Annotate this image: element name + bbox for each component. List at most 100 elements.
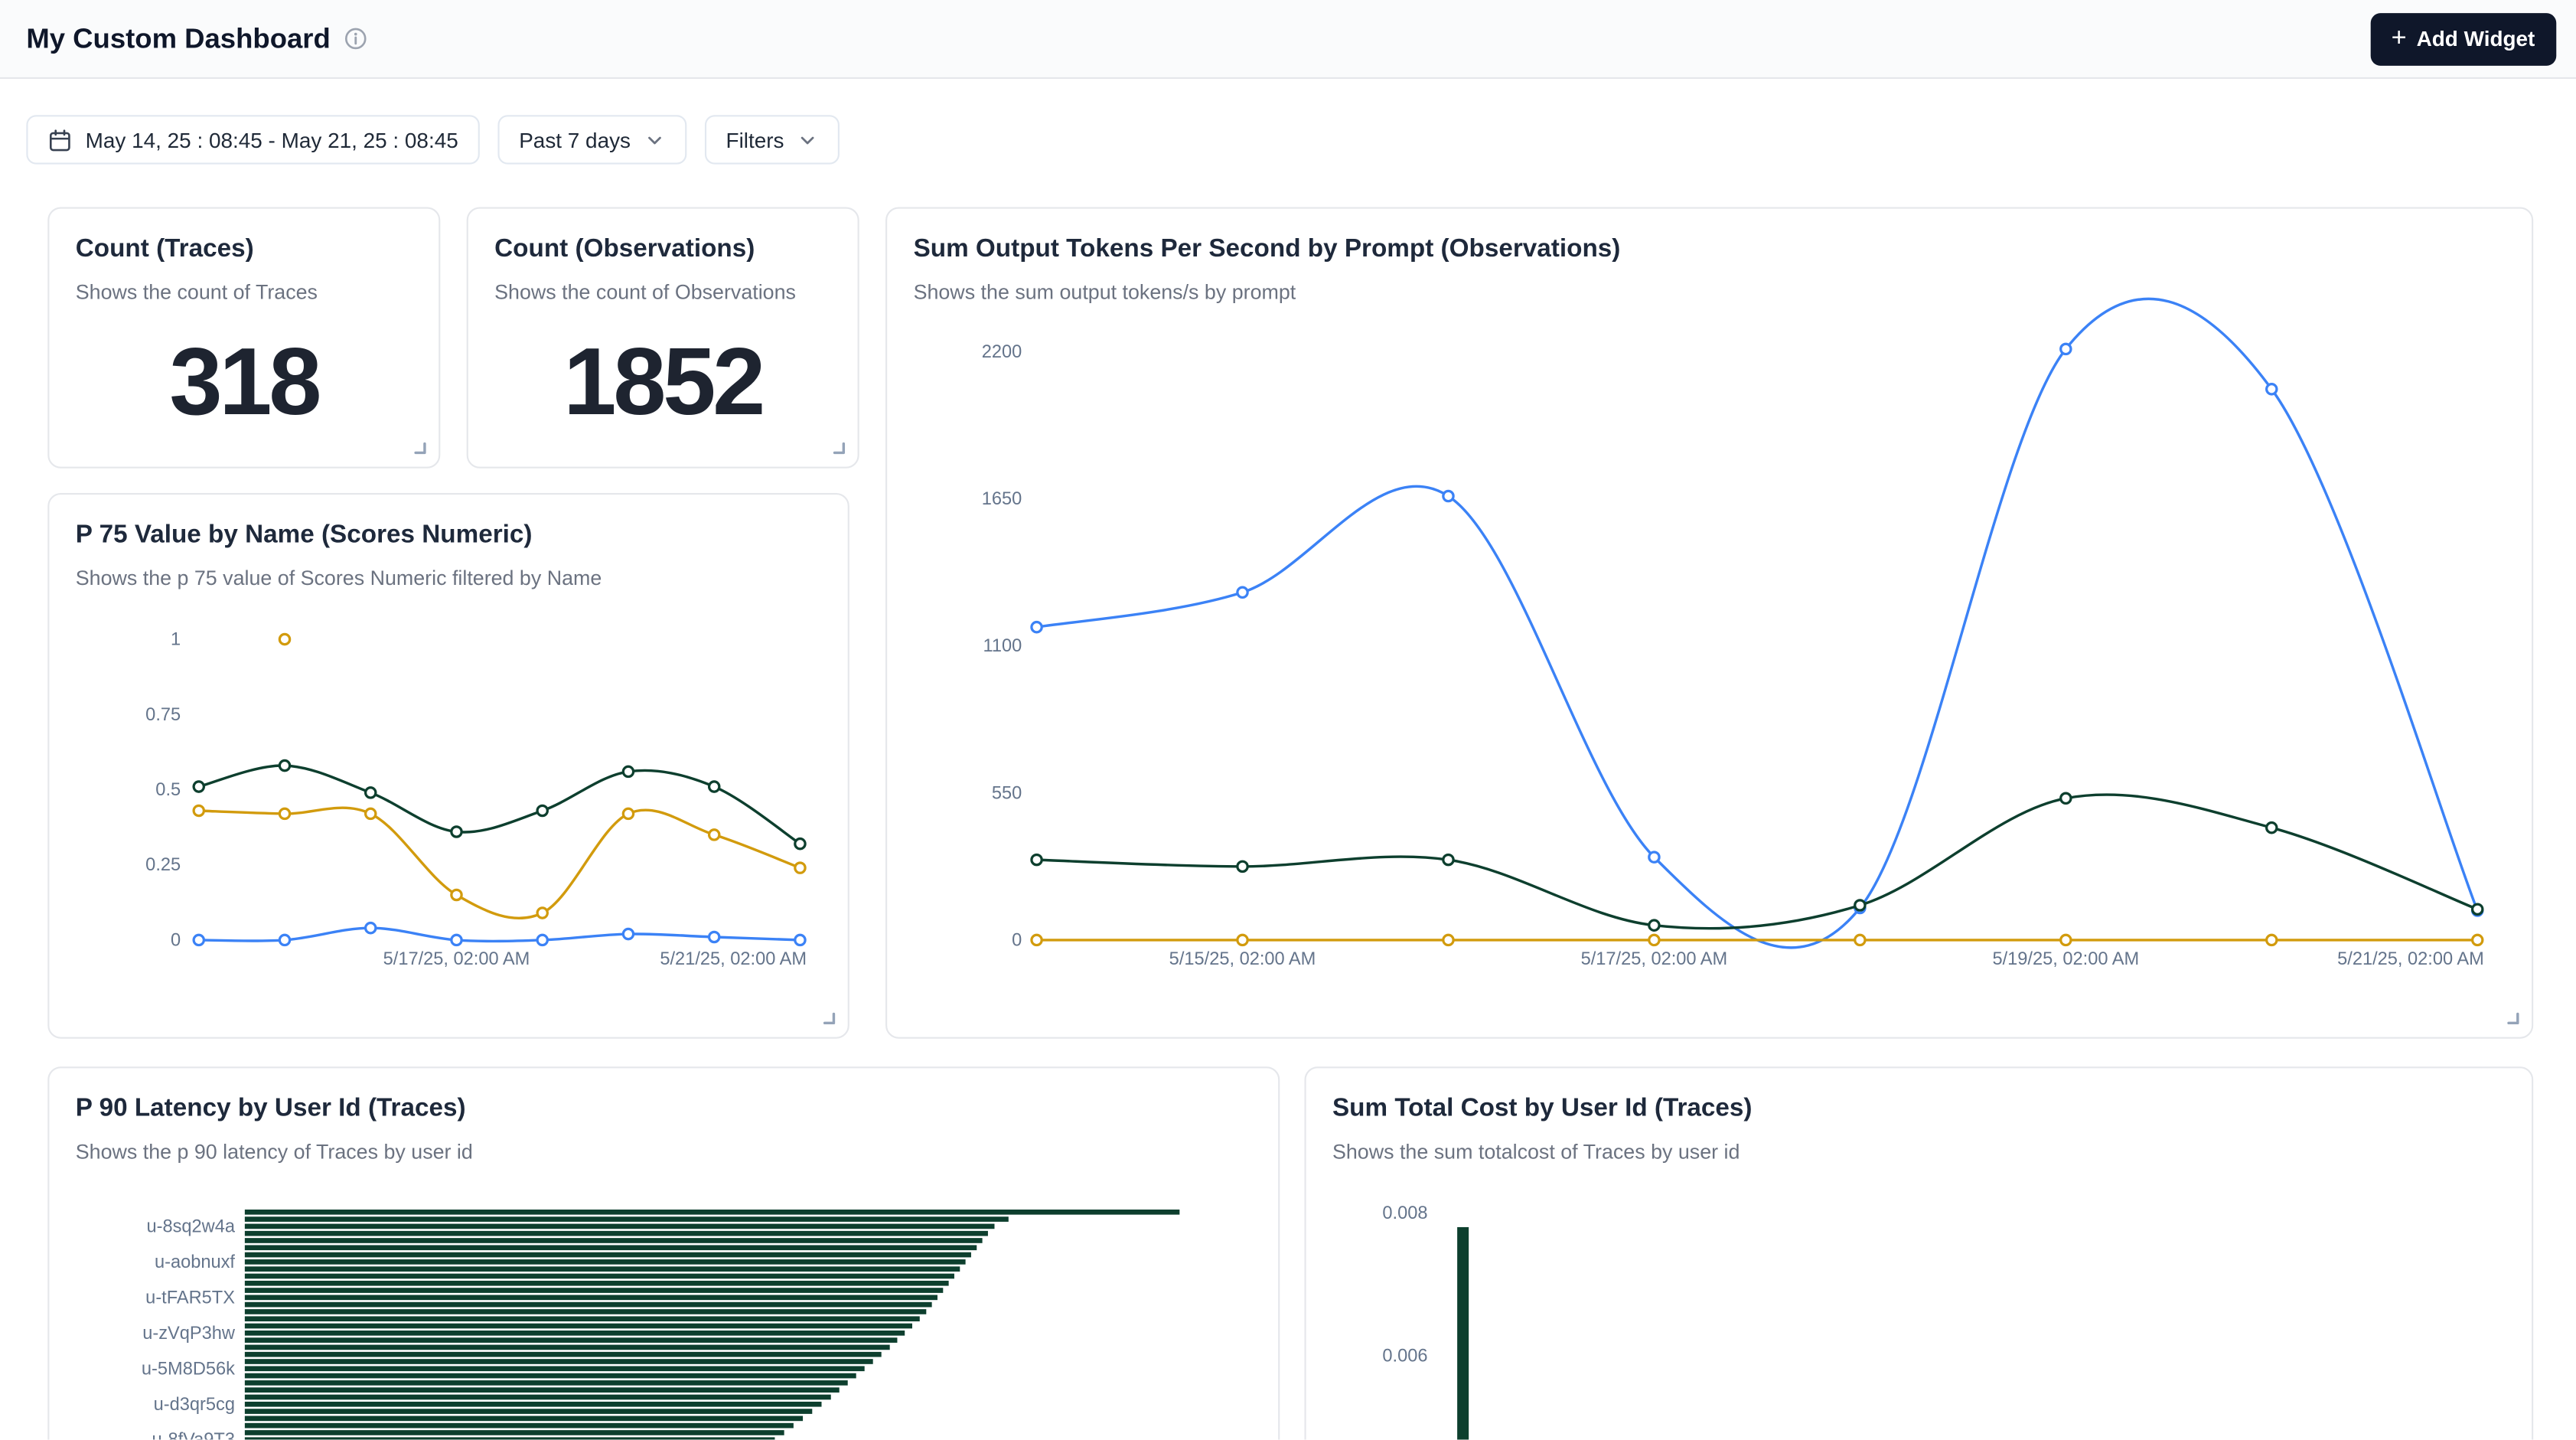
- data-point[interactable]: [279, 634, 289, 644]
- filters-dropdown[interactable]: Filters: [705, 115, 840, 164]
- data-point[interactable]: [194, 935, 204, 945]
- bar[interactable]: [245, 1295, 937, 1301]
- data-point[interactable]: [194, 782, 204, 792]
- bar[interactable]: [245, 1337, 898, 1343]
- bar[interactable]: [245, 1380, 848, 1386]
- data-point[interactable]: [452, 935, 461, 945]
- data-point[interactable]: [279, 808, 289, 818]
- bar[interactable]: [245, 1409, 812, 1414]
- axis-label: 1100: [983, 636, 1022, 656]
- bar[interactable]: [245, 1416, 803, 1422]
- data-point[interactable]: [1032, 854, 1042, 864]
- bar[interactable]: [245, 1238, 983, 1243]
- data-point[interactable]: [1649, 935, 1659, 945]
- data-point[interactable]: [709, 830, 719, 840]
- data-point[interactable]: [279, 760, 289, 770]
- resize-handle-icon[interactable]: [411, 439, 427, 455]
- bar[interactable]: [245, 1231, 988, 1236]
- bar[interactable]: [245, 1359, 873, 1364]
- data-point[interactable]: [1032, 935, 1042, 945]
- cost-bar-chart[interactable]: 0.0060.008: [1306, 1068, 2532, 1439]
- date-preset-dropdown[interactable]: Past 7 days: [497, 115, 686, 164]
- data-point[interactable]: [366, 923, 376, 933]
- data-point[interactable]: [2473, 935, 2483, 945]
- axis-label: 0: [171, 930, 181, 950]
- data-point[interactable]: [1237, 587, 1247, 597]
- bar[interactable]: [245, 1302, 932, 1308]
- bar[interactable]: [245, 1430, 784, 1435]
- bar[interactable]: [245, 1402, 822, 1407]
- data-point[interactable]: [452, 827, 461, 837]
- data-point[interactable]: [537, 935, 547, 945]
- filter-bar: May 14, 25 : 08:45 - May 21, 25 : 08:45 …: [26, 115, 840, 164]
- add-widget-button[interactable]: + Add Widget: [2370, 12, 2557, 65]
- bar[interactable]: [245, 1324, 912, 1329]
- tokens-line-chart[interactable]: 05501100165022005/15/25, 02:00 AM5/17/25…: [887, 209, 2532, 1037]
- bar[interactable]: [1457, 1227, 1469, 1440]
- widget-count-traces: Count (Traces) Shows the count of Traces…: [47, 207, 440, 468]
- bar[interactable]: [245, 1352, 882, 1357]
- data-point[interactable]: [623, 766, 633, 776]
- bar[interactable]: [245, 1210, 1179, 1215]
- data-point[interactable]: [709, 782, 719, 792]
- data-point[interactable]: [1237, 935, 1247, 945]
- data-point[interactable]: [623, 929, 633, 939]
- bar[interactable]: [245, 1274, 954, 1279]
- bar[interactable]: [245, 1373, 856, 1379]
- axis-label: 1650: [982, 489, 1022, 509]
- data-point[interactable]: [1443, 935, 1453, 945]
- bar[interactable]: [245, 1281, 949, 1286]
- data-point[interactable]: [537, 805, 547, 815]
- data-point[interactable]: [2061, 793, 2071, 803]
- data-point[interactable]: [795, 839, 805, 849]
- data-point[interactable]: [1649, 852, 1659, 862]
- data-point[interactable]: [623, 808, 633, 818]
- data-point[interactable]: [709, 932, 719, 942]
- bar[interactable]: [245, 1345, 890, 1350]
- data-point[interactable]: [2473, 904, 2483, 914]
- data-point[interactable]: [1855, 900, 1865, 910]
- bar[interactable]: [245, 1316, 920, 1321]
- bar[interactable]: [245, 1266, 960, 1272]
- bar[interactable]: [245, 1259, 966, 1265]
- bar[interactable]: [245, 1331, 905, 1336]
- data-point[interactable]: [795, 863, 805, 873]
- bar[interactable]: [245, 1395, 831, 1400]
- resize-handle-icon[interactable]: [830, 439, 846, 455]
- bar[interactable]: [245, 1252, 971, 1258]
- date-range-value: May 14, 25 : 08:45 - May 21, 25 : 08:45: [86, 127, 458, 152]
- data-point[interactable]: [795, 935, 805, 945]
- bar[interactable]: [245, 1423, 794, 1429]
- bar[interactable]: [245, 1437, 775, 1439]
- bar[interactable]: [245, 1245, 977, 1250]
- data-point[interactable]: [1649, 920, 1659, 930]
- data-point[interactable]: [2267, 823, 2277, 833]
- data-point[interactable]: [366, 788, 376, 798]
- data-point[interactable]: [279, 935, 289, 945]
- bar[interactable]: [245, 1288, 943, 1293]
- data-point[interactable]: [1855, 935, 1865, 945]
- data-point[interactable]: [452, 890, 461, 900]
- latency-bar-chart[interactable]: u-8sq2w4au-aobnuxfu-tFAR5TXu-zVqP3hwu-5M…: [49, 1068, 1278, 1439]
- info-icon[interactable]: [344, 26, 368, 51]
- data-point[interactable]: [366, 808, 376, 818]
- p75-line-chart[interactable]: 00.250.50.7515/17/25, 02:00 AM5/21/25, 0…: [49, 495, 847, 1037]
- data-point[interactable]: [1443, 854, 1453, 864]
- data-point[interactable]: [2061, 935, 2071, 945]
- bar[interactable]: [245, 1216, 1009, 1222]
- data-point[interactable]: [194, 805, 204, 815]
- data-point[interactable]: [537, 908, 547, 918]
- data-point[interactable]: [1237, 861, 1247, 871]
- data-point[interactable]: [2267, 935, 2277, 945]
- bar[interactable]: [245, 1387, 840, 1393]
- bar[interactable]: [245, 1309, 926, 1314]
- data-point[interactable]: [1032, 622, 1042, 632]
- data-point[interactable]: [2061, 344, 2071, 354]
- bar[interactable]: [245, 1366, 865, 1371]
- resize-handle-icon[interactable]: [2504, 1009, 2520, 1025]
- data-point[interactable]: [1443, 491, 1453, 501]
- date-range-picker[interactable]: May 14, 25 : 08:45 - May 21, 25 : 08:45: [26, 115, 479, 164]
- data-point[interactable]: [2267, 384, 2277, 394]
- bar[interactable]: [245, 1224, 995, 1229]
- resize-handle-icon[interactable]: [820, 1009, 836, 1025]
